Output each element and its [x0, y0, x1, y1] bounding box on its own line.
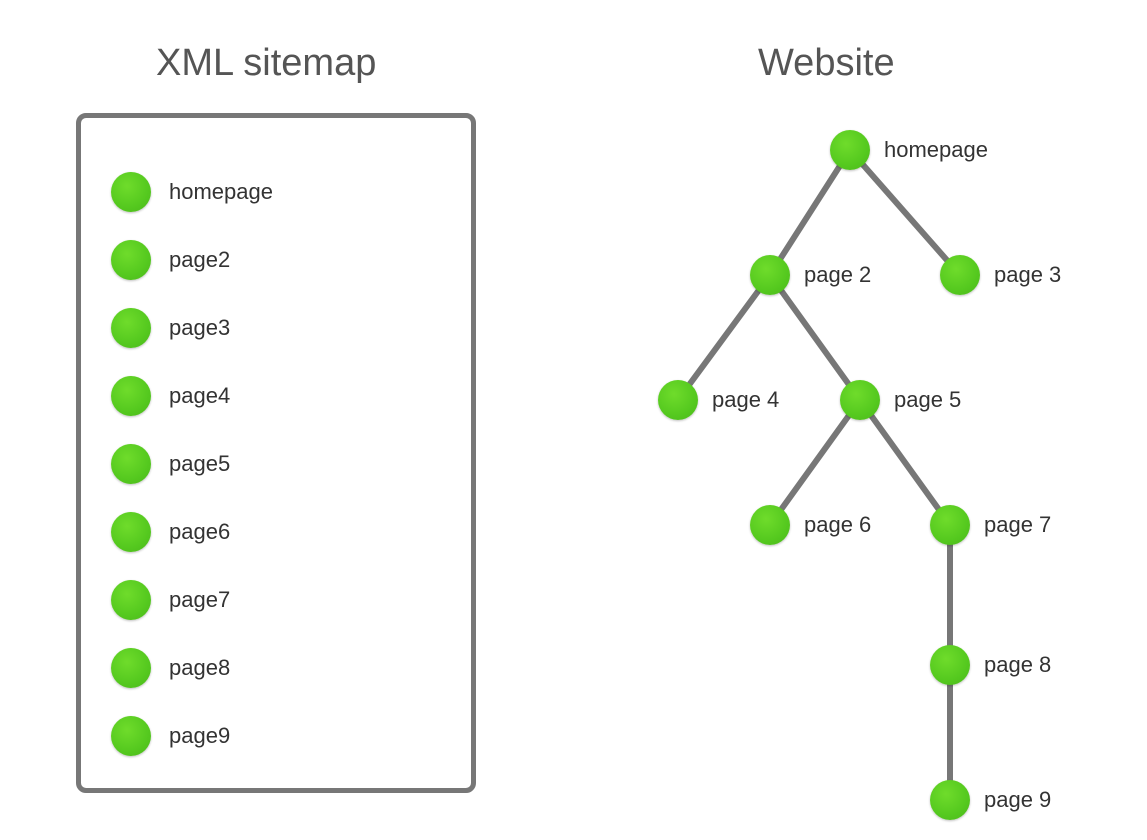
dot-icon — [111, 444, 151, 484]
tree-node-label: page 3 — [994, 262, 1061, 288]
list-item: page5 — [111, 430, 451, 498]
tree-node-homepage: homepage — [830, 130, 988, 170]
item-label: page4 — [169, 383, 230, 409]
tree-node-page6: page 6 — [750, 505, 871, 545]
diagram-canvas: XML sitemap Website homepage page2 page3… — [0, 0, 1147, 840]
item-label: page2 — [169, 247, 230, 273]
tree-node-label: page 5 — [894, 387, 961, 413]
dot-icon — [111, 716, 151, 756]
sitemap-box: homepage page2 page3 page4 page5 page6 — [76, 113, 476, 793]
list-item: page9 — [111, 702, 451, 770]
tree-node-page9: page 9 — [930, 780, 1051, 820]
tree-edge — [782, 416, 849, 509]
item-label: homepage — [169, 179, 273, 205]
list-item: page4 — [111, 362, 451, 430]
item-label: page3 — [169, 315, 230, 341]
tree-node-page3: page 3 — [940, 255, 1061, 295]
dot-icon — [830, 130, 870, 170]
item-label: page8 — [169, 655, 230, 681]
tree-node-page4: page 4 — [658, 380, 779, 420]
tree-node-page5: page 5 — [840, 380, 961, 420]
item-label: page9 — [169, 723, 230, 749]
tree-edge — [863, 165, 947, 260]
tree-node-page2: page 2 — [750, 255, 871, 295]
tree-node-label: page 8 — [984, 652, 1051, 678]
list-item: page2 — [111, 226, 451, 294]
item-label: page7 — [169, 587, 230, 613]
tree-node-label: page 9 — [984, 787, 1051, 813]
tree-node-label: homepage — [884, 137, 988, 163]
website-title: Website — [758, 42, 895, 85]
tree-edge — [782, 291, 849, 384]
list-item: page6 — [111, 498, 451, 566]
tree-edge — [781, 167, 839, 258]
tree-node-label: page 4 — [712, 387, 779, 413]
sitemap-title: XML sitemap — [156, 42, 376, 85]
item-label: page6 — [169, 519, 230, 545]
dot-icon — [111, 172, 151, 212]
tree-node-label: page 2 — [804, 262, 871, 288]
list-item: page8 — [111, 634, 451, 702]
dot-icon — [940, 255, 980, 295]
list-item: page3 — [111, 294, 451, 362]
tree-node-page7: page 7 — [930, 505, 1051, 545]
website-tree: homepage page 2 page 3 page 4 page 5 page 6 pa… — [570, 110, 1130, 830]
tree-edge — [690, 291, 758, 384]
dot-icon — [111, 240, 151, 280]
tree-node-page8: page 8 — [930, 645, 1051, 685]
dot-icon — [930, 780, 970, 820]
tree-edges-svg — [570, 110, 1130, 830]
list-item: page7 — [111, 566, 451, 634]
dot-icon — [111, 308, 151, 348]
dot-icon — [840, 380, 880, 420]
dot-icon — [930, 645, 970, 685]
sitemap-list: homepage page2 page3 page4 page5 page6 — [111, 158, 451, 770]
dot-icon — [111, 512, 151, 552]
dot-icon — [111, 376, 151, 416]
item-label: page5 — [169, 451, 230, 477]
tree-node-label: page 7 — [984, 512, 1051, 538]
dot-icon — [750, 255, 790, 295]
dot-icon — [750, 505, 790, 545]
dot-icon — [111, 648, 151, 688]
tree-edge — [872, 416, 939, 509]
tree-node-label: page 6 — [804, 512, 871, 538]
dot-icon — [930, 505, 970, 545]
list-item: homepage — [111, 158, 451, 226]
dot-icon — [111, 580, 151, 620]
dot-icon — [658, 380, 698, 420]
